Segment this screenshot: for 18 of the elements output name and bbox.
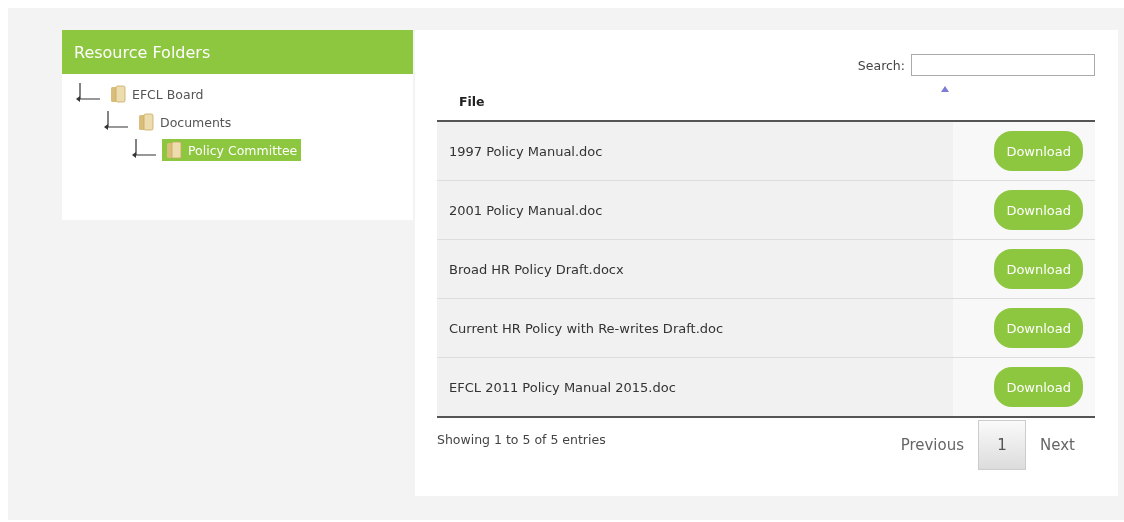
entries-info: Showing 1 to 5 of 5 entries <box>437 432 606 447</box>
page-button[interactable]: 1 <box>978 420 1027 470</box>
file-name-cell: 2001 Policy Manual.doc <box>437 180 953 240</box>
next-link[interactable]: Next <box>1026 436 1089 454</box>
folder-icon <box>166 141 182 159</box>
search-field[interactable] <box>911 54 1095 76</box>
file-name-cell: 1997 Policy Manual.doc <box>437 121 953 181</box>
folder-icon <box>110 85 126 103</box>
column-header[interactable]: File <box>459 93 485 109</box>
tree-item[interactable]: Documents <box>134 111 236 133</box>
file-name-cell: Current HR Policy with Re-writes Draft.doc <box>437 298 953 358</box>
file-name-cell: Broad HR Policy Draft.docx <box>437 239 953 299</box>
panel-title: Resource Folders <box>62 30 413 74</box>
previous-link[interactable]: Previous <box>886 436 979 454</box>
tree-item[interactable]: EFCL Board <box>106 83 208 105</box>
file-name-cell: EFCL 2011 Policy Manual 2015.doc <box>437 357 953 417</box>
search-label: Search: <box>857 57 905 73</box>
folder-icon <box>138 113 154 131</box>
